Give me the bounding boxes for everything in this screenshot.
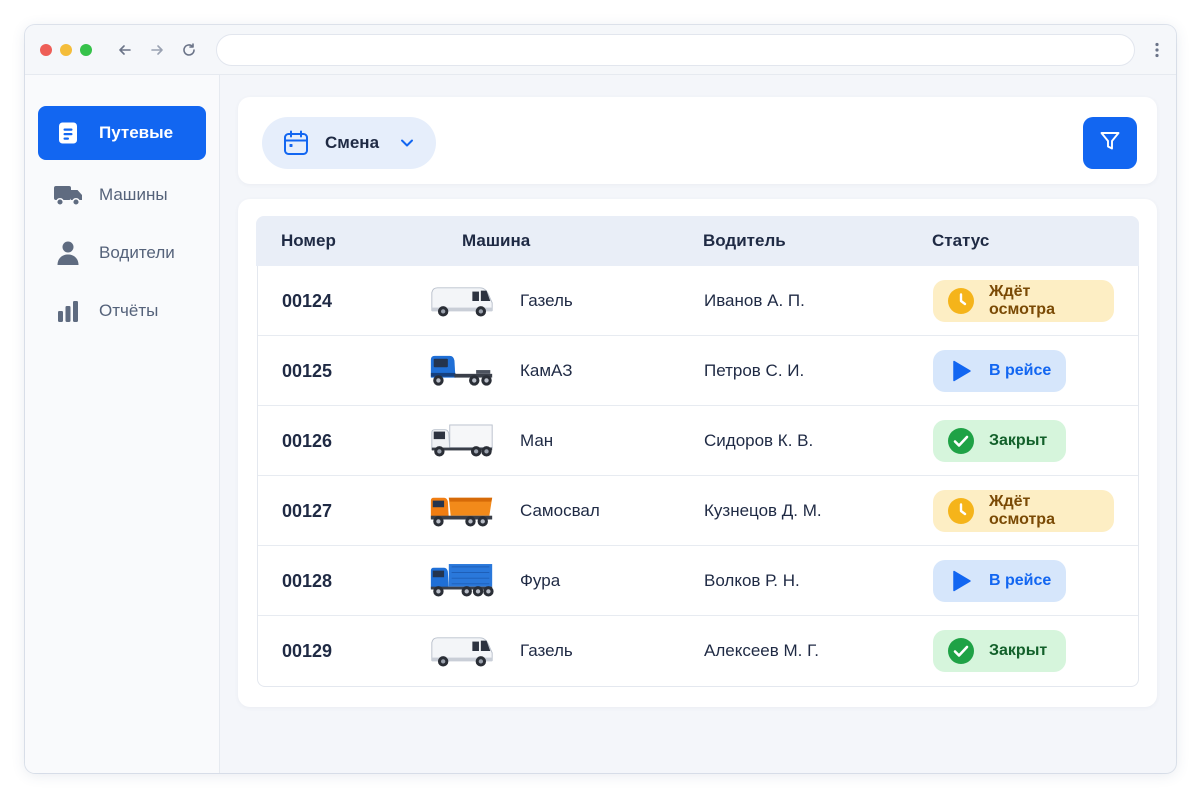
sidebar-item-label: Отчёты	[99, 301, 159, 320]
chevron-down-icon	[399, 135, 415, 151]
vehicle-name: Фура	[520, 571, 561, 590]
status-label: Закрыт	[989, 432, 1048, 449]
status-label: Ждёт осмотра	[989, 283, 1055, 318]
sidebar-item-label: Машины	[99, 185, 168, 204]
forward-arrow-icon[interactable]	[145, 37, 169, 63]
main-content: Смена Номер Машина Водитель Статус 00124…	[220, 75, 1176, 773]
driver-name: Волков Р. Н.	[704, 571, 800, 590]
check-circle-icon	[947, 427, 975, 455]
sidebar-item-reports[interactable]: Отчёты	[38, 284, 206, 338]
reload-icon[interactable]	[177, 37, 201, 63]
table-row[interactable]: 00124 Газель Иванов А. П. Ждёт осмотра	[258, 266, 1138, 336]
vehicle-image	[426, 406, 498, 476]
vehicle-image	[426, 266, 498, 336]
status-label: В рейсе	[989, 362, 1052, 379]
column-header-driver[interactable]: Водитель	[703, 216, 786, 266]
minimize-window-button[interactable]	[60, 44, 72, 56]
browser-toolbar	[25, 25, 1176, 75]
column-header-vehicle[interactable]: Машина	[462, 216, 530, 266]
sidebar-item-label: Водители	[99, 243, 175, 262]
filter-bar: Смена	[238, 97, 1157, 184]
browser-window: Путевые Машины Водители Отчёты Смена Ном…	[25, 25, 1176, 773]
vehicle-image	[426, 546, 498, 616]
sidebar-item-vehicles[interactable]: Машины	[38, 168, 206, 222]
play-icon	[947, 357, 975, 385]
status-badge: Закрыт	[933, 630, 1066, 672]
vehicle-name: КамАЗ	[520, 361, 573, 380]
close-window-button[interactable]	[40, 44, 52, 56]
address-bar[interactable]	[216, 34, 1135, 66]
shift-dropdown-label: Смена	[325, 133, 380, 152]
column-header-number[interactable]: Номер	[281, 216, 336, 266]
driver-name: Кузнецов Д. М.	[704, 501, 822, 520]
table-row[interactable]: 00127 Самосвал Кузнецов Д. М. Ждёт осмотра	[258, 476, 1138, 546]
waybill-number: 00129	[282, 640, 333, 661]
table-row[interactable]: 00125 КамАЗ Петров С. И. В рейсе	[258, 336, 1138, 406]
status-badge: Закрыт	[933, 420, 1066, 462]
vehicle-image	[426, 336, 498, 406]
status-badge: В рейсе	[933, 560, 1066, 602]
driver-name: Иванов А. П.	[704, 291, 805, 310]
clock-icon	[947, 497, 975, 525]
status-label: Ждёт осмотра	[989, 493, 1055, 528]
waybill-number: 00128	[282, 570, 333, 591]
vehicle-name: Ман	[520, 431, 554, 450]
sidebar-item-waybills[interactable]: Путевые	[38, 106, 206, 160]
table-header: Номер Машина Водитель Статус	[256, 216, 1139, 266]
document-icon	[53, 118, 83, 148]
filter-button[interactable]	[1083, 117, 1137, 169]
check-circle-icon	[947, 637, 975, 665]
sidebar: Путевые Машины Водители Отчёты	[25, 75, 220, 773]
waybills-table: Номер Машина Водитель Статус 00124 Газель…	[238, 199, 1157, 707]
status-label: В рейсе	[989, 572, 1052, 589]
waybill-number: 00127	[282, 500, 333, 521]
waybill-number: 00125	[282, 360, 333, 381]
vehicle-image	[426, 476, 498, 546]
vehicle-name: Газель	[520, 641, 573, 660]
maximize-window-button[interactable]	[80, 44, 92, 56]
table-row[interactable]: 00126 Ман Сидоров К. В. Закрыт	[258, 406, 1138, 476]
sidebar-item-label: Путевые	[99, 123, 174, 142]
status-badge: Ждёт осмотра	[933, 280, 1114, 322]
waybill-number: 00126	[282, 430, 333, 451]
vehicle-name: Газель	[520, 291, 573, 310]
user-icon	[53, 238, 83, 268]
calendar-icon	[283, 130, 309, 156]
vehicle-image	[426, 616, 498, 686]
table-body: 00124 Газель Иванов А. П. Ждёт осмотра 00125…	[257, 266, 1139, 687]
shift-dropdown[interactable]: Смена	[262, 117, 436, 169]
column-header-status[interactable]: Статус	[932, 216, 989, 266]
truck-icon	[53, 180, 83, 210]
driver-name: Сидоров К. В.	[704, 431, 814, 450]
status-badge: Ждёт осмотра	[933, 490, 1114, 532]
sidebar-item-drivers[interactable]: Водители	[38, 226, 206, 280]
driver-name: Петров С. И.	[704, 361, 805, 380]
status-label: Закрыт	[989, 642, 1048, 659]
table-row[interactable]: 00129 Газель Алексеев М. Г. Закрыт	[258, 616, 1138, 686]
waybill-number: 00124	[282, 290, 333, 311]
vehicle-name: Самосвал	[520, 501, 600, 520]
bar-chart-icon	[53, 296, 83, 326]
driver-name: Алексеев М. Г.	[704, 641, 819, 660]
table-row[interactable]: 00128 Фура Волков Р. Н. В рейсе	[258, 546, 1138, 616]
play-icon	[947, 567, 975, 595]
kebab-menu-icon[interactable]	[1150, 38, 1164, 62]
filter-icon	[1099, 130, 1121, 157]
clock-icon	[947, 287, 975, 315]
back-arrow-icon[interactable]	[113, 37, 137, 63]
status-badge: В рейсе	[933, 350, 1066, 392]
